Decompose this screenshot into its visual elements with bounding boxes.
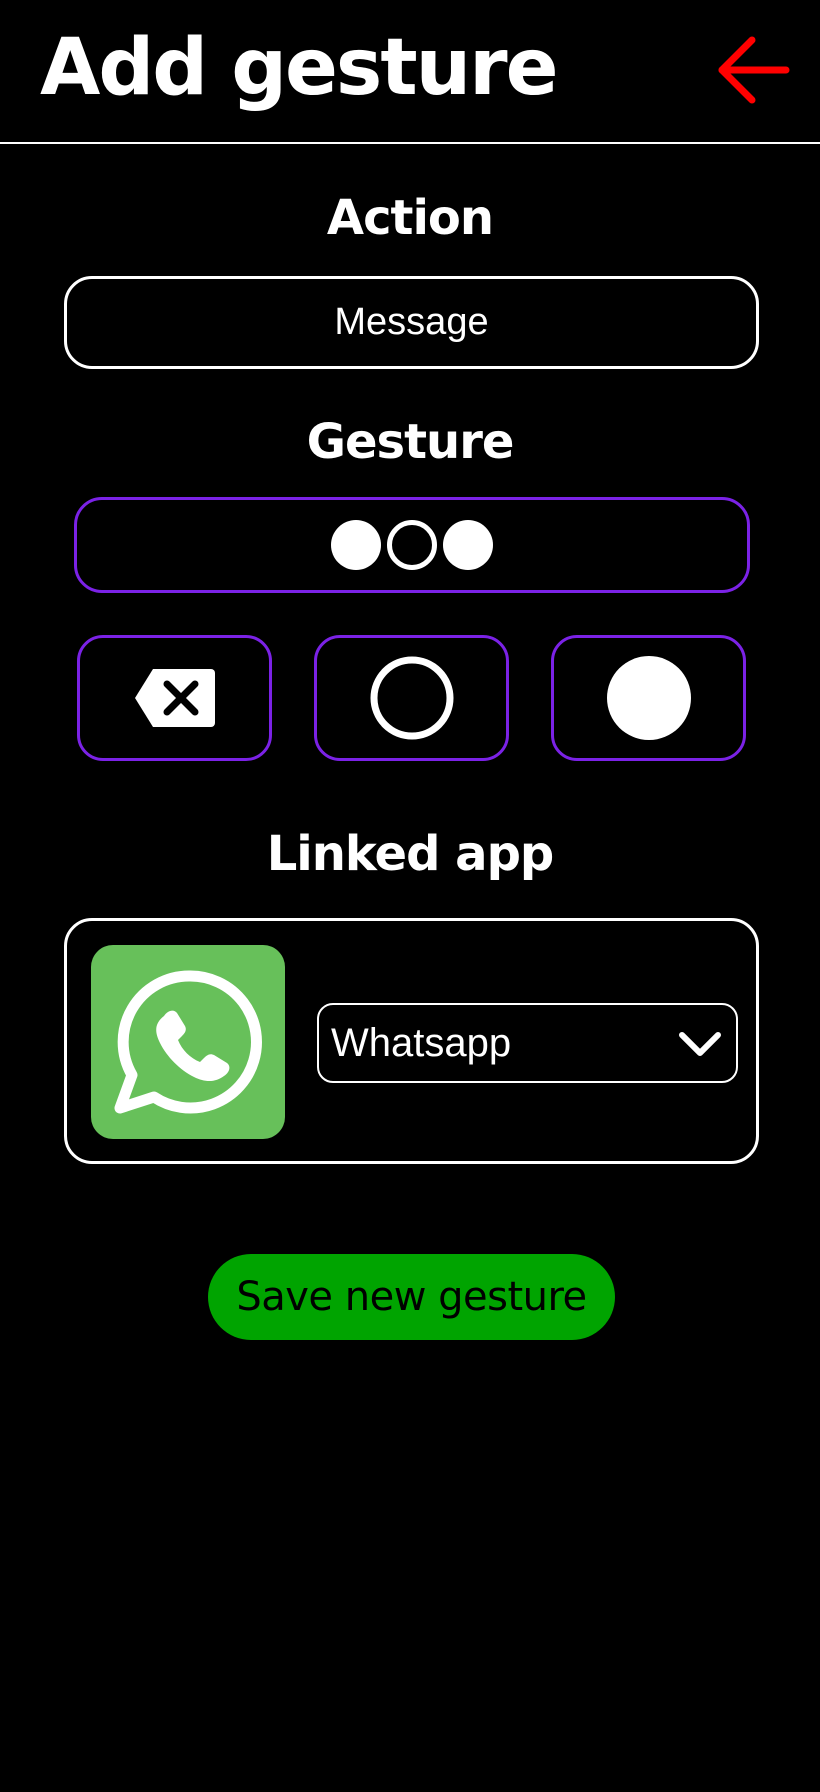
whatsapp-icon <box>114 970 262 1114</box>
chevron-down-icon <box>679 1032 721 1056</box>
action-field[interactable]: Message <box>64 276 759 369</box>
empty-circle-icon <box>370 656 453 740</box>
header: Add gesture <box>0 0 820 144</box>
gesture-section-title: Gesture <box>306 414 515 470</box>
app-select-value: Whatsapp <box>331 1021 512 1065</box>
add-empty-dot-button[interactable] <box>314 635 509 761</box>
linked-app-section-title: Linked app <box>266 826 555 882</box>
backspace-icon <box>134 669 215 727</box>
app-select-dropdown[interactable]: Whatsapp <box>317 1003 738 1083</box>
linked-app-card: Whatsapp <box>64 918 759 1164</box>
whatsapp-app-icon <box>91 945 285 1139</box>
page-title: Add gesture <box>40 23 559 113</box>
gesture-sequence-display <box>74 497 750 593</box>
gesture-dot-filled <box>443 520 493 570</box>
back-button[interactable] <box>714 30 794 110</box>
gesture-dot-filled <box>331 520 381 570</box>
gesture-dot-empty <box>387 520 437 570</box>
backspace-button[interactable] <box>77 635 272 761</box>
action-section-title: Action <box>326 190 494 246</box>
add-filled-dot-button[interactable] <box>551 635 746 761</box>
arrow-left-icon <box>718 36 790 104</box>
save-gesture-button[interactable]: Save new gesture <box>208 1254 615 1340</box>
action-value: Message <box>334 301 489 343</box>
filled-circle-icon <box>606 656 691 740</box>
